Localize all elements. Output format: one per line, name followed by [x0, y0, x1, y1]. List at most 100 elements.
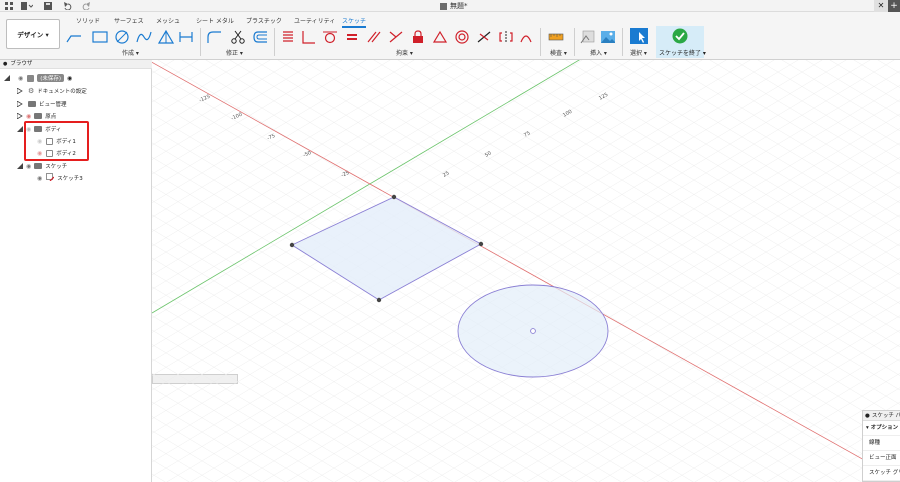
- app-grid-icon[interactable]: [4, 1, 14, 11]
- concentric-constraint-icon[interactable]: [454, 30, 470, 44]
- visibility-eye-icon[interactable]: ◉: [18, 75, 23, 82]
- palette-option-sketch-grid[interactable]: スケッチ グリッド: [863, 466, 900, 481]
- select-cursor-icon[interactable]: [630, 28, 648, 44]
- sketch-point[interactable]: [391, 194, 397, 200]
- collapse-triangle-icon[interactable]: [4, 75, 10, 81]
- sketch-palette: ● スケッチ パレ ▾ オプション 線種 ビュー正面 スケッチ グリッド: [862, 410, 900, 482]
- tab-surface[interactable]: サーフェス: [114, 16, 144, 25]
- circle-tool-icon[interactable]: [114, 30, 130, 44]
- finish-sketch-group[interactable]: スケッチを終了 ▾: [656, 26, 706, 58]
- equal-constraint-icon[interactable]: [344, 30, 360, 44]
- browser-item-sketches[interactable]: ◉ スケッチ: [0, 160, 152, 172]
- collapse-triangle-icon[interactable]: [17, 163, 23, 169]
- rectangle-tool-icon[interactable]: [92, 30, 108, 44]
- slot-tool-icon[interactable]: [178, 30, 194, 44]
- browser-item-sketch3[interactable]: ◉ スケッチ3: [0, 172, 152, 184]
- offset-tool-icon[interactable]: [252, 30, 268, 44]
- palette-option-linetype[interactable]: 線種: [863, 436, 900, 451]
- toolbar-ribbon: デザイン ▾ ソリッド サーフェス メッシュ シート メタル プラスチック ユー…: [0, 12, 900, 60]
- gear-icon: ⚙: [28, 87, 35, 95]
- folder-icon: [34, 113, 43, 119]
- browser-panel: ● ブラウザ ◉ (未保存) ◉ ⚙ ドキュメントの設定 ビュー管理 ◉ 原点 …: [0, 60, 152, 482]
- close-tab-button[interactable]: ✕: [874, 0, 888, 12]
- sketch-point[interactable]: [289, 242, 295, 248]
- coincident-constraint-icon[interactable]: [280, 30, 296, 44]
- sketch-point[interactable]: [376, 297, 382, 303]
- browser-root-row[interactable]: ◉ (未保存) ◉: [0, 72, 152, 84]
- browser-item-label: スケッチ: [45, 164, 68, 170]
- undo-icon[interactable]: [60, 1, 74, 11]
- browser-item-document-settings[interactable]: ⚙ ドキュメントの設定: [0, 85, 152, 97]
- activate-radio-icon[interactable]: ◉: [67, 75, 72, 82]
- curvature-constraint-icon[interactable]: [518, 30, 534, 44]
- fix-lock-icon[interactable]: [410, 30, 426, 44]
- expand-triangle-icon[interactable]: [17, 101, 23, 107]
- finish-check-icon[interactable]: [672, 28, 688, 46]
- perpendicular-constraint-icon[interactable]: [300, 30, 316, 44]
- insert-image-icon[interactable]: [600, 30, 616, 44]
- document-cube-icon: [440, 2, 447, 10]
- symmetry-constraint-icon[interactable]: [498, 30, 514, 44]
- ribbon-divider: [574, 28, 575, 56]
- measure-ruler-icon[interactable]: [548, 30, 564, 44]
- file-menu-icon[interactable]: [20, 1, 34, 11]
- browser-item-label: ドキュメントの設定: [37, 89, 87, 95]
- ribbon-divider: [274, 28, 275, 56]
- midpoint-constraint-icon[interactable]: [476, 30, 492, 44]
- redo-icon[interactable]: [80, 1, 94, 11]
- triangle-constraint-icon[interactable]: [432, 30, 448, 44]
- visibility-eye-icon[interactable]: ◉: [26, 163, 31, 170]
- browser-item-label: 原点: [45, 114, 57, 120]
- viewport-canvas[interactable]: -125 -100 -75 -50 -25 125 100 75 50 25: [152, 60, 900, 482]
- visibility-eye-icon[interactable]: ◉: [37, 175, 42, 182]
- create-group-label[interactable]: 作成 ▾: [122, 48, 139, 57]
- tab-solid[interactable]: ソリッド: [76, 16, 100, 25]
- tab-plastic[interactable]: プラスチック: [246, 16, 282, 25]
- trim-scissors-icon[interactable]: [230, 30, 246, 44]
- tab-sheet-metal[interactable]: シート メタル: [196, 16, 234, 25]
- workspace-label: デザイン ▾: [17, 31, 49, 39]
- browser-root-label: (未保存): [37, 74, 65, 82]
- sketch-icon: [46, 173, 55, 183]
- line-tool-icon[interactable]: [66, 30, 82, 44]
- tab-utility[interactable]: ユーティリティ: [294, 16, 335, 25]
- parallel-constraint-icon[interactable]: [366, 30, 382, 44]
- collinear-constraint-icon[interactable]: [388, 30, 404, 44]
- palette-options-section[interactable]: ▾ オプション: [863, 421, 900, 436]
- circle-center-point[interactable]: [530, 328, 536, 334]
- expand-triangle-icon[interactable]: [17, 113, 23, 119]
- tangent-constraint-icon[interactable]: [322, 30, 338, 44]
- select-group-label[interactable]: 選択 ▾: [630, 48, 647, 57]
- constraints-group-label[interactable]: 拘束 ▾: [396, 48, 413, 57]
- workspace-switcher-button[interactable]: デザイン ▾: [6, 19, 60, 49]
- browser-title: ブラウザ: [10, 60, 33, 67]
- browser-item-label: スケッチ3: [57, 176, 83, 182]
- sketch-palette-title: スケッチ パレ: [871, 412, 900, 419]
- palette-option-look-at[interactable]: ビュー正面: [863, 451, 900, 466]
- tab-sketch[interactable]: スケッチ: [342, 16, 367, 28]
- hidden-eye-icon[interactable]: ◉: [26, 113, 31, 120]
- sketch-point[interactable]: [478, 241, 484, 247]
- collapse-triangle-icon[interactable]: [17, 126, 23, 132]
- browser-item-view-management[interactable]: ビュー管理: [0, 98, 152, 110]
- finish-sketch-label[interactable]: スケッチを終了 ▾: [659, 48, 706, 57]
- ribbon-divider: [622, 28, 623, 56]
- insert-group-label[interactable]: 挿入 ▾: [590, 48, 607, 57]
- folder-icon: [34, 163, 43, 169]
- save-icon[interactable]: [43, 1, 53, 11]
- fusion-app-window: 無題* ✕ + デザイン ▾ ソリッド サーフェス メッシュ シート メタル プ…: [0, 0, 900, 482]
- new-tab-button[interactable]: +: [888, 0, 900, 12]
- expand-triangle-icon[interactable]: [17, 88, 23, 94]
- fillet-tool-icon[interactable]: [206, 30, 222, 44]
- polygon-tool-icon[interactable]: [158, 30, 174, 44]
- palette-collapse-icon[interactable]: ●: [865, 411, 870, 420]
- inspect-group-label[interactable]: 検査 ▾: [550, 48, 567, 57]
- tab-mesh[interactable]: メッシュ: [156, 16, 180, 25]
- document-title: 無題*: [440, 1, 468, 11]
- browser-item-label: ビュー管理: [39, 102, 67, 108]
- arc-tool-icon[interactable]: [136, 30, 152, 44]
- insert-canvas-icon[interactable]: [580, 30, 596, 44]
- collapse-browser-icon[interactable]: ●: [3, 60, 7, 69]
- modify-group-label[interactable]: 修正 ▾: [226, 48, 243, 57]
- folder-icon: [28, 101, 36, 107]
